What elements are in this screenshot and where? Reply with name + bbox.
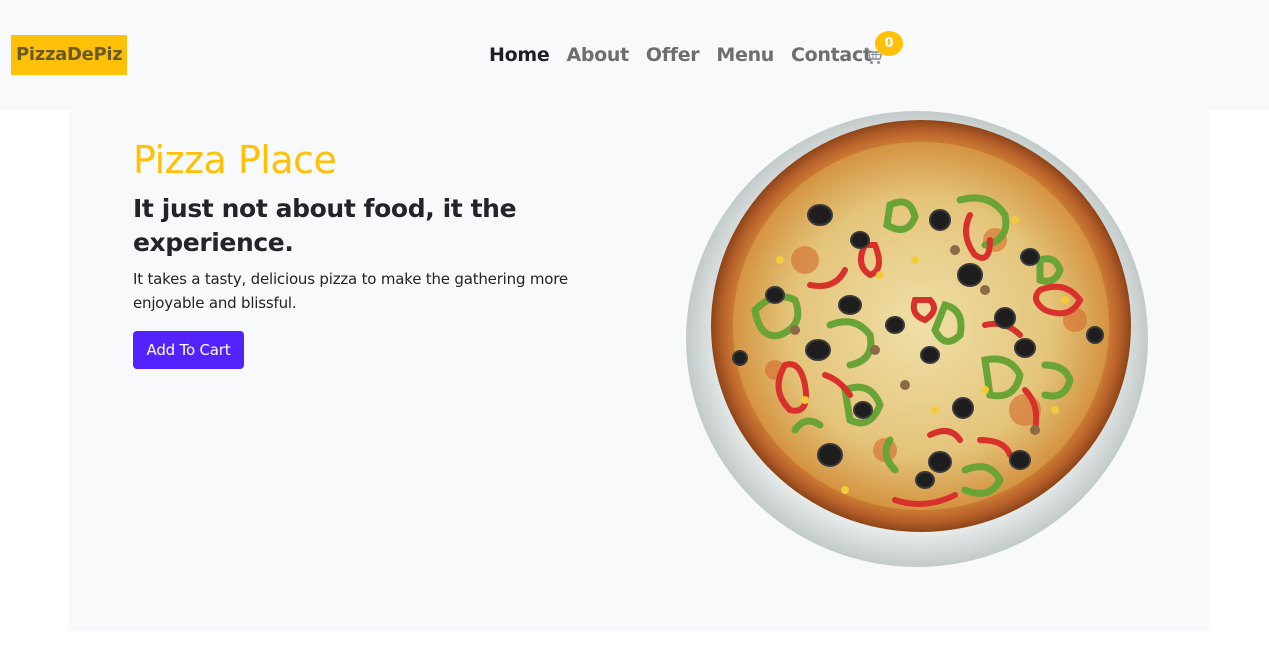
hero-subtitle: It just not about food, it the experienc… [133, 194, 517, 257]
nav-link-contact[interactable]: Contact [791, 44, 872, 66]
hero-section: Pizza Place It just not about food, it t… [69, 110, 1209, 631]
cart-count-badge: 0 [875, 31, 903, 56]
nav-link-offer[interactable]: Offer [646, 44, 700, 66]
navbar: PizzaDePiz Home About Offer Menu Contact… [0, 0, 1269, 110]
pizza-image [686, 111, 1148, 567]
nav-link-home[interactable]: Home [489, 44, 550, 66]
hero-title: Pizza Place [133, 138, 337, 182]
hero-description: It takes a tasty, delicious pizza to mak… [133, 270, 568, 312]
nav-link-about[interactable]: About [566, 44, 629, 66]
nav-links: Home About Offer Menu Contact [489, 42, 889, 68]
nav-link-menu[interactable]: Menu [716, 44, 774, 66]
add-to-cart-button[interactable]: Add To Cart [133, 331, 244, 369]
brand-logo[interactable]: PizzaDePiz [11, 35, 128, 75]
